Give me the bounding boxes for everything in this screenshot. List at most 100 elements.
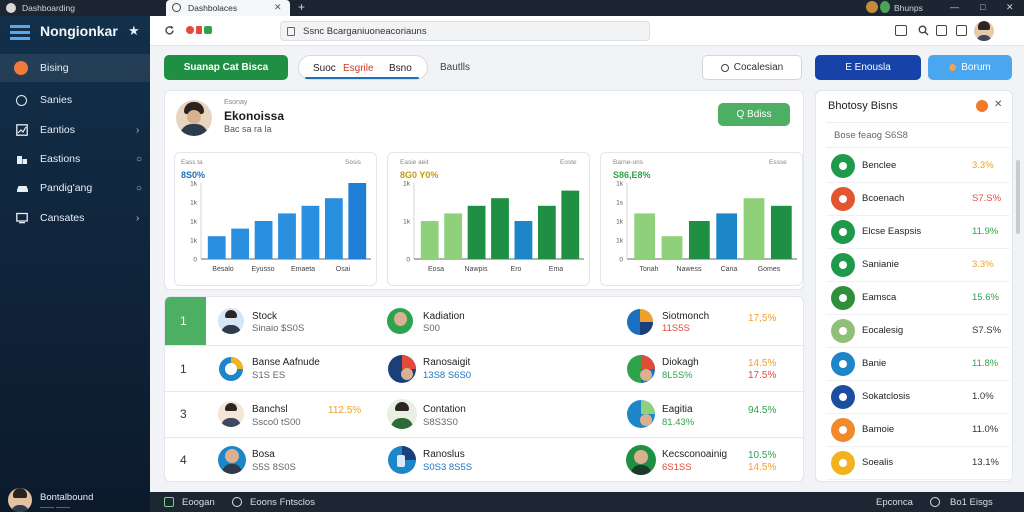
y-tick-label: 0 bbox=[406, 257, 410, 264]
bottom-link-c[interactable]: Epconca bbox=[876, 497, 913, 508]
reload-icon[interactable] bbox=[164, 25, 175, 36]
maximize-button[interactable]: □ bbox=[980, 2, 985, 12]
app-brand[interactable]: Nongionkar bbox=[40, 23, 118, 39]
sidebar-item-cansates[interactable]: Cansates › bbox=[0, 204, 150, 232]
sidebar-item-pandigang[interactable]: Pandig'ang ○ bbox=[0, 174, 150, 202]
item-percent: 13.1% bbox=[972, 457, 999, 468]
close-window-button[interactable]: ✕ bbox=[1006, 2, 1014, 13]
close-panel-icon[interactable] bbox=[976, 100, 988, 112]
close-icon[interactable]: ✕ bbox=[994, 99, 1002, 110]
item-name: Eocalesig bbox=[862, 325, 904, 336]
item-badge-icon bbox=[831, 451, 855, 475]
pie-icon bbox=[627, 309, 653, 335]
screen-icon[interactable] bbox=[895, 25, 907, 36]
right-panel-item[interactable]: Banie 11.8% bbox=[826, 348, 1010, 381]
search-icon[interactable] bbox=[918, 25, 929, 36]
x-tick-label: Cana bbox=[721, 266, 738, 273]
bar-chart-2: 1k 1k 0 Eosa Nawpis Ero Ema bbox=[403, 181, 584, 273]
row-divider bbox=[165, 345, 803, 346]
row-name[interactable]: Bosa bbox=[252, 449, 275, 460]
segment-a[interactable]: Suoc bbox=[313, 63, 336, 74]
browser-tab[interactable]: Dashbolaces ✕ bbox=[166, 0, 290, 16]
right-panel-search[interactable]: Bose feaog S6S8 bbox=[826, 122, 1010, 148]
chart-bar bbox=[254, 221, 273, 259]
row-name[interactable]: Kecsconoainig bbox=[662, 449, 727, 460]
minimize-button[interactable]: — bbox=[950, 2, 959, 12]
item-name: Benclee bbox=[862, 160, 897, 171]
sidebar-item-bising[interactable]: Bising bbox=[0, 54, 150, 82]
right-panel-item[interactable]: Bcoenach S7.S% bbox=[826, 183, 1010, 216]
right-panel-search-text[interactable]: Bose feaog S6S8 bbox=[834, 130, 908, 141]
outline-button[interactable]: Cocalesian bbox=[702, 55, 802, 80]
row-name[interactable]: Stock bbox=[252, 311, 277, 322]
hamburger-menu-icon[interactable] bbox=[10, 25, 30, 40]
light-blue-button[interactable]: Borum bbox=[928, 55, 1012, 80]
y-tick-label: 1k bbox=[403, 219, 411, 226]
row-name[interactable]: Diokagh bbox=[662, 357, 699, 368]
sidebar-item-eastions[interactable]: Eastions ○ bbox=[0, 145, 150, 173]
row-name[interactable]: Banse Aafnude bbox=[252, 357, 320, 368]
row-name[interactable]: Ranosaigit bbox=[423, 357, 470, 368]
row-name[interactable]: Ranoslus bbox=[423, 449, 465, 460]
page-info-icon[interactable] bbox=[287, 27, 295, 36]
url-text[interactable]: Ssnc Bcarganiuoneacoriauns bbox=[303, 26, 427, 37]
pie-icon bbox=[388, 355, 416, 383]
profile-name[interactable]: Bhunps bbox=[894, 3, 923, 13]
toggle-icon: ○ bbox=[136, 182, 143, 194]
profile-subtitle: Bac sa ra la bbox=[224, 124, 272, 134]
bottom-link-b[interactable]: Eoons Fntsclos bbox=[250, 497, 315, 508]
sidebar-item-eantios[interactable]: Eantios › bbox=[0, 116, 150, 144]
chart-bar bbox=[467, 205, 486, 259]
building-icon bbox=[16, 153, 28, 165]
right-panel-item[interactable]: Elcse Easpsis 11.9% bbox=[826, 216, 1010, 249]
row-sub: 11S5S bbox=[662, 323, 690, 334]
row-avatar bbox=[218, 308, 244, 334]
y-tick-label: 1k bbox=[616, 181, 624, 188]
pie-icon bbox=[627, 400, 655, 428]
x-tick-label: Ero bbox=[511, 266, 522, 273]
blue-primary-button[interactable]: E Enousla bbox=[815, 55, 921, 80]
url-field[interactable]: Ssnc Bcarganiuoneacoriauns bbox=[280, 21, 650, 41]
chart-bar bbox=[491, 198, 509, 259]
row-name[interactable]: Eagitia bbox=[662, 404, 693, 415]
right-panel-item[interactable]: Eamsca 15.6% bbox=[826, 282, 1010, 315]
pin-icon[interactable]: ★ bbox=[128, 23, 140, 39]
row-name[interactable]: Contation bbox=[423, 404, 466, 415]
settings-icon[interactable] bbox=[930, 497, 940, 507]
car-icon bbox=[16, 182, 28, 194]
bottom-link-a[interactable]: Eoogan bbox=[182, 497, 215, 508]
profile-action-button[interactable]: Q Bdiss bbox=[718, 103, 790, 126]
tab-close-icon[interactable]: ✕ bbox=[274, 2, 282, 13]
primary-action-button[interactable]: Suanap Cat Bisca bbox=[164, 55, 288, 80]
right-panel-item[interactable]: Bamoie 11.0% bbox=[826, 414, 1010, 447]
right-panel-item[interactable]: Soealis 13.1% bbox=[826, 447, 1010, 480]
row-number: 1 bbox=[180, 314, 187, 328]
user-avatar[interactable] bbox=[8, 488, 32, 512]
secondary-link[interactable]: Bautlls bbox=[440, 62, 470, 73]
profile-avatar[interactable] bbox=[176, 100, 212, 136]
account-avatar[interactable] bbox=[974, 21, 994, 41]
right-panel-item[interactable]: Sanianie 3.3% bbox=[826, 249, 1010, 282]
grid-icon[interactable] bbox=[164, 497, 174, 507]
row-name[interactable]: Kadiation bbox=[423, 311, 465, 322]
profile-title: Ekonoissa bbox=[224, 109, 285, 123]
row-name[interactable]: Banchsl bbox=[252, 404, 288, 415]
scrollbar-thumb[interactable] bbox=[1016, 160, 1020, 234]
bookmark-icon[interactable] bbox=[936, 25, 947, 36]
bottom-link-d[interactable]: Bo1 Eisgs bbox=[950, 497, 993, 508]
row-sub: 81.43% bbox=[662, 417, 695, 428]
right-panel-item[interactable]: Sokatclosis 1.0% bbox=[826, 381, 1010, 414]
right-panel-item[interactable]: Benclee 3.3% bbox=[826, 150, 1010, 183]
segment-c[interactable]: Bsno bbox=[389, 63, 412, 74]
extensions-icon[interactable] bbox=[956, 25, 967, 36]
row-sub: S00 bbox=[423, 323, 440, 334]
circle-icon bbox=[232, 497, 242, 507]
new-tab-button[interactable]: + bbox=[298, 0, 305, 14]
right-panel-item[interactable]: Eocalesig S7.S% bbox=[826, 315, 1010, 348]
segment-b[interactable]: Esgrile bbox=[343, 63, 374, 74]
sidebar-item-sanies[interactable]: Sanies bbox=[0, 86, 150, 114]
extension-icon[interactable] bbox=[880, 1, 890, 13]
chart-bar bbox=[231, 228, 250, 259]
profile-avatar[interactable] bbox=[866, 1, 878, 13]
row-name[interactable]: Siotmonch bbox=[662, 311, 709, 322]
